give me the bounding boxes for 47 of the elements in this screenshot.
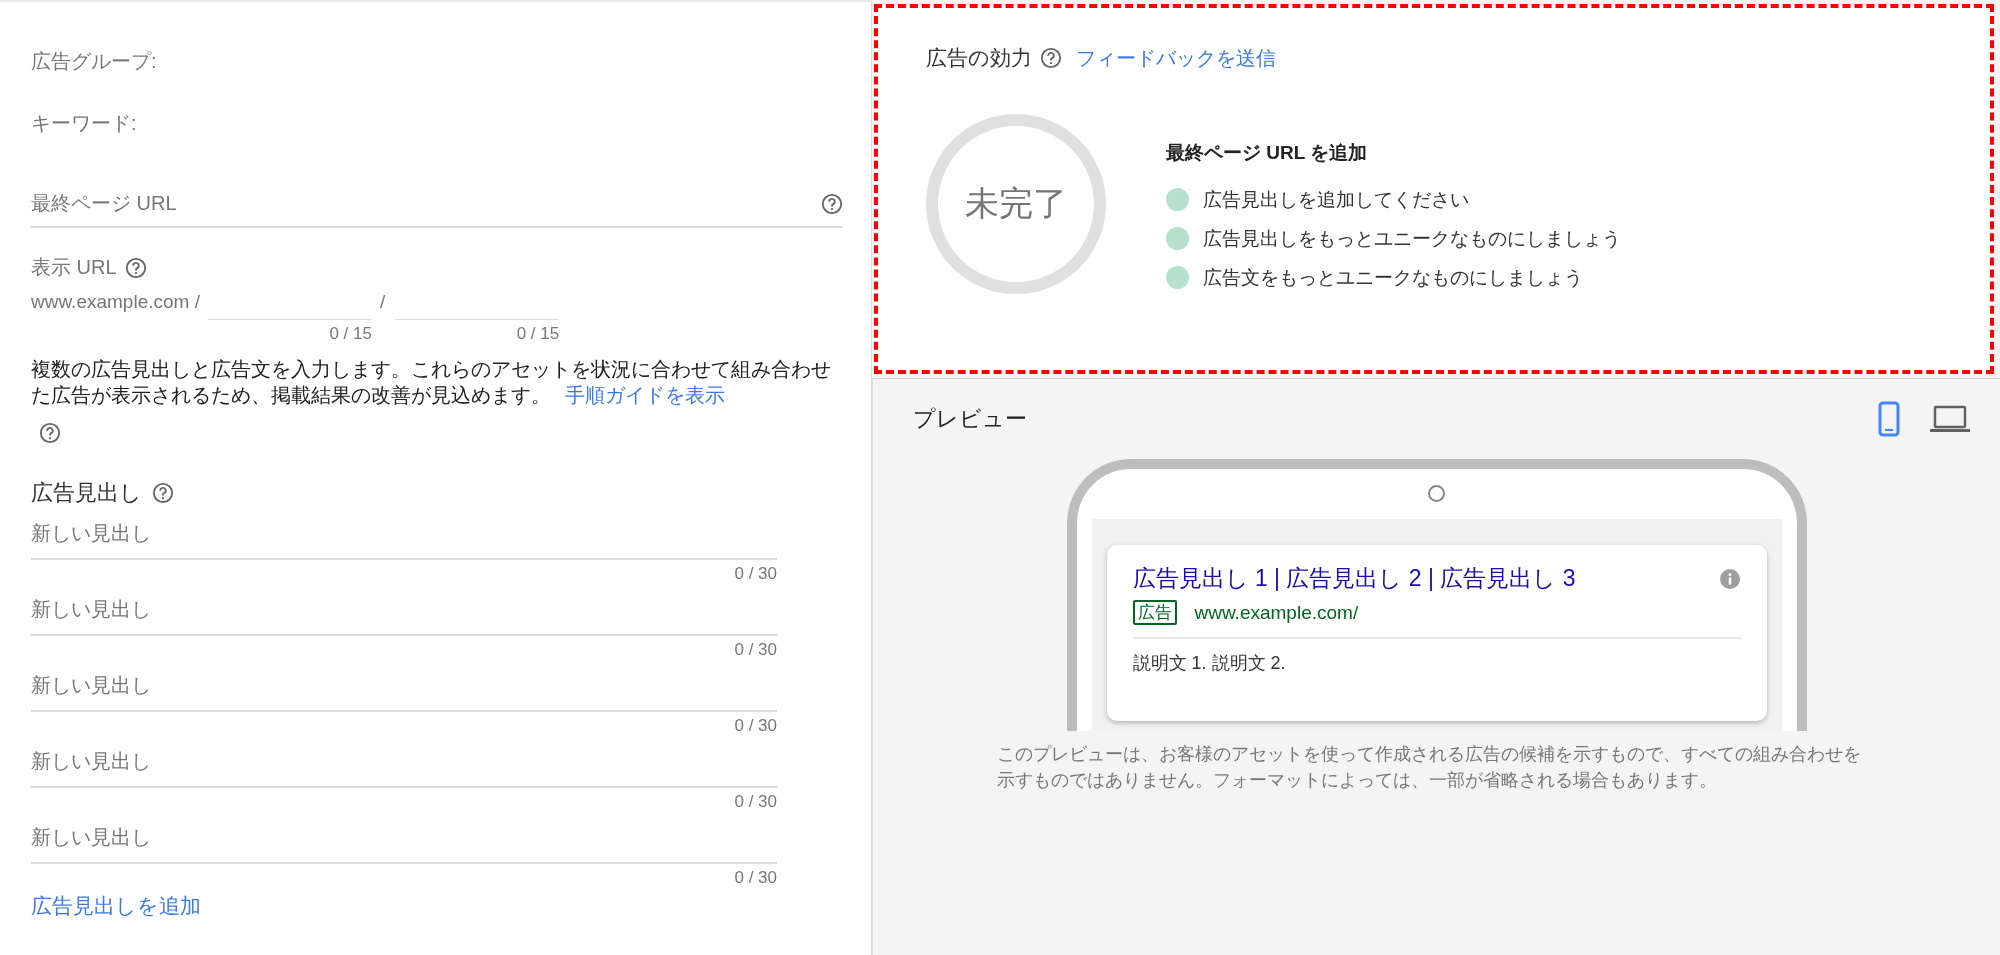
headline-field[interactable]: 新しい見出し [31,584,777,636]
character-counter: 0 / 30 [734,716,777,736]
guide-link[interactable]: 手順ガイドを表示 [565,384,725,406]
ad-badge: 広告 [1132,600,1177,625]
ad-url: www.example.com/ [1194,601,1359,624]
status-dot [1166,227,1189,250]
suggestion-heading: 最終ページ URL を追加 [1166,141,1369,165]
help-icon[interactable] [39,422,61,444]
suggestion-text: 広告文をもっとユニークなものにしましょう [1203,265,1583,290]
ad-strength-title: 広告の効力 [926,45,1032,71]
character-counter: 0 / 15 [516,324,560,344]
status-dot [1166,188,1189,211]
character-counter: 0 / 30 [734,792,777,812]
headline-field[interactable]: 新しい見出し [31,508,777,560]
help-icon[interactable] [152,482,174,504]
preview-disclaimer: このプレビューは、お客様のアセットを使って作成される広告の候補を示すもので、すべての組み合わせを示すものではありません。フォーマットによっては、一部が省略される場合もあります。 [996,743,1862,792]
help-icon[interactable] [821,193,843,215]
ad-headline: 広告見出し 1 | 広告見出し 2 | 広告見出し 3 [1132,564,1576,593]
suggestion-text: 広告見出しを追加してください [1203,187,1469,212]
display-url-domain: www.example.com / [31,290,200,314]
camera-icon [1428,485,1445,502]
intro-text: 複数の広告見出しと広告文を入力します。これらのアセットを状況に合わせて組み合わせた広告が表示されるため、掲載結果の改善が見込めます。 手順ガイドを表示 [31,357,832,408]
help-icon[interactable] [124,256,147,279]
character-counter: 0 / 30 [734,564,777,584]
display-url-label: 表示 URL [31,255,117,280]
final-url-field[interactable]: 最終ページ URL [31,180,843,228]
phone-icon[interactable] [1878,401,1900,437]
help-icon[interactable] [1040,47,1062,69]
headlines-heading: 広告見出し [31,479,142,507]
suggestion-text: 広告見出しをもっとユニークなものにしましょう [1203,226,1621,251]
info-icon[interactable] [1718,567,1741,590]
strength-rating: 未完了 [965,183,1067,224]
keyword-label: キーワード: [31,111,137,136]
headline-field[interactable]: 新しい見出し [31,660,777,712]
feedback-link[interactable]: フィードバックを送信 [1076,44,1276,72]
ad-group-label: 広告グループ: [31,49,158,74]
character-counter: 0 / 15 [329,324,372,344]
preview-title: プレビュー [913,405,1027,433]
headline-field[interactable]: 新しい見出し [31,812,777,864]
path-separator: / [379,290,386,314]
ad-description: 説明文 1. 説明文 2. [1132,652,1287,675]
add-headline-link[interactable]: 広告見出しを追加 [31,892,201,920]
status-dot [1166,266,1189,289]
character-counter: 0 / 30 [734,868,777,888]
character-counter: 0 / 30 [734,640,777,660]
laptop-icon[interactable] [1930,405,1970,433]
headline-field[interactable]: 新しい見出し [31,736,777,788]
